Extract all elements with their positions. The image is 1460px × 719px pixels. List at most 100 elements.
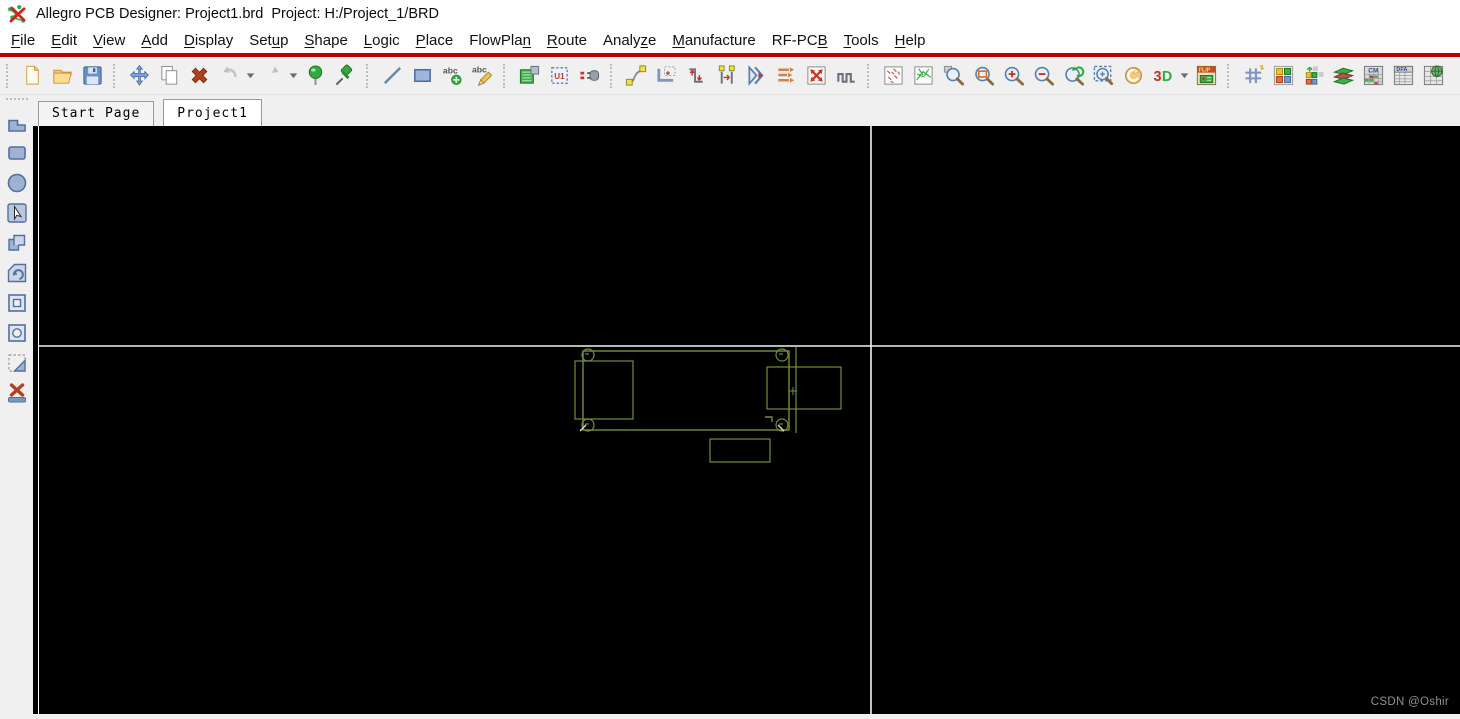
menu-setup[interactable]: Setup (241, 30, 296, 51)
view-3d-button[interactable]: 3D (1150, 62, 1176, 90)
unrats-button[interactable] (880, 62, 906, 90)
delete-islands-button[interactable] (4, 380, 30, 405)
add-text-button[interactable]: abc (439, 62, 465, 90)
flip-board-button[interactable]: FLIP (1193, 62, 1219, 90)
tab-start-page[interactable]: Start Page (38, 101, 155, 126)
spacing-bump-button[interactable] (683, 62, 709, 90)
toolbar-grip[interactable] (113, 63, 119, 88)
menu-logic[interactable]: Logic (356, 30, 408, 51)
constraint-manager-icon: CM (1363, 65, 1383, 86)
shape-add-circle-button[interactable] (4, 170, 30, 195)
menu-help[interactable]: Help (887, 30, 934, 51)
pin-button[interactable] (332, 62, 358, 90)
zoom-box-button[interactable] (970, 62, 996, 90)
move-button[interactable] (126, 62, 152, 90)
toolbar-grip[interactable] (6, 63, 12, 88)
flip-board-icon: FLIP (1196, 65, 1216, 86)
route-corner-button[interactable] (653, 62, 679, 90)
redo-icon (271, 66, 279, 73)
menu-tools[interactable]: Tools (836, 30, 887, 51)
shape-copy-button[interactable] (4, 230, 30, 255)
design-canvas[interactable]: CSDN @Oshir (38, 126, 1460, 714)
shape-toolbar (0, 95, 33, 719)
menu-shape[interactable]: Shape (296, 30, 355, 51)
open-folder-button[interactable] (49, 62, 75, 90)
assign-refdes-icon: U1 (550, 67, 568, 84)
redraw-icon (1124, 66, 1142, 85)
toolbar-grip[interactable] (610, 63, 616, 88)
drop-arrow[interactable] (1178, 62, 1191, 90)
toolbar-grip[interactable] (366, 63, 372, 88)
menu-display[interactable]: Display (176, 30, 241, 51)
menu-flowplan[interactable]: FlowPlan (461, 30, 539, 51)
pin-icon (335, 64, 352, 86)
ripup-button[interactable] (803, 62, 829, 90)
assign-refdes-button[interactable]: U1 (546, 62, 572, 90)
zoom-previous-button[interactable] (1060, 62, 1086, 90)
menu-file[interactable]: File (3, 30, 43, 51)
component-outline (574, 360, 634, 420)
menu-view[interactable]: View (85, 30, 133, 51)
zoom-in-button[interactable] (1000, 62, 1026, 90)
menu-add[interactable]: Add (133, 30, 176, 51)
component-outline (766, 366, 842, 410)
swap-plug-button[interactable] (576, 62, 602, 90)
menu-rfpcb[interactable]: RF-PCB (764, 30, 836, 51)
add-line-button[interactable] (379, 62, 405, 90)
color-dialog-button[interactable] (1270, 62, 1296, 90)
cut-cline-button[interactable] (713, 62, 739, 90)
copy-icon (160, 65, 177, 85)
redraw-button[interactable] (1120, 62, 1146, 90)
void-rect-button[interactable] (4, 290, 30, 315)
menu-analyze[interactable]: Analyze (595, 30, 664, 51)
menu-route[interactable]: Route (539, 30, 595, 51)
void-rect-icon (7, 293, 26, 312)
add-rect-button[interactable] (409, 62, 435, 90)
menu-place[interactable]: Place (408, 30, 462, 51)
delay-tune-button[interactable] (833, 62, 859, 90)
copy-button[interactable] (156, 62, 182, 90)
tab-project1[interactable]: Project1 (163, 99, 262, 126)
toolbar-grip[interactable] (1227, 63, 1233, 88)
zoom-selection-button[interactable] (1090, 62, 1116, 90)
document-tab-bar: Start Page Project1 (33, 95, 1460, 126)
shove-icon (747, 65, 764, 86)
shape-select-button[interactable] (4, 200, 30, 225)
undo-button[interactable] (216, 62, 242, 90)
shape-edit-boundary-button[interactable] (4, 260, 30, 285)
void-element-button[interactable] (4, 350, 30, 375)
drop-arrow[interactable] (287, 62, 300, 90)
void-circle-button[interactable] (4, 320, 30, 345)
toolbar-grip[interactable] (867, 63, 873, 88)
slide-button[interactable] (623, 62, 649, 90)
dfa-spreadsheet-button[interactable]: DFA (1390, 62, 1416, 90)
shape-add-rect-button[interactable] (4, 140, 30, 165)
highlight-button[interactable] (302, 62, 328, 90)
rats-button[interactable] (910, 62, 936, 90)
menu-manufacture[interactable]: Manufacture (664, 30, 763, 51)
toolbar-grip[interactable] (503, 63, 509, 88)
shape-add-button[interactable] (4, 110, 30, 135)
place-part-button[interactable] (516, 62, 542, 90)
ripup-icon (806, 66, 826, 85)
zoom-out-button[interactable] (1030, 62, 1056, 90)
edit-text-button[interactable]: abc (469, 62, 495, 90)
constraint-manager-button[interactable]: CM (1360, 62, 1386, 90)
zoom-points-button[interactable] (940, 62, 966, 90)
cross-section-button[interactable] (1420, 62, 1446, 90)
shove-button[interactable] (743, 62, 769, 90)
spread-lines-button[interactable] (773, 62, 799, 90)
redo-button[interactable] (259, 62, 285, 90)
undo-icon (222, 66, 236, 78)
layer-stack-button[interactable] (1330, 62, 1356, 90)
save-button[interactable] (79, 62, 105, 90)
new-file-button[interactable] (19, 62, 45, 90)
allegro-pcb-designer-window: Allegro PCB Designer: Project1.brd Proje… (0, 0, 1460, 719)
toolbar-grip[interactable] (5, 98, 28, 105)
delete-button[interactable] (186, 62, 212, 90)
add-text-icon: abc (442, 66, 462, 86)
menu-edit[interactable]: Edit (43, 30, 85, 51)
color-priority-button[interactable] (1300, 62, 1326, 90)
grid-toggle-button[interactable] (1240, 62, 1266, 90)
drop-arrow[interactable] (244, 62, 257, 90)
